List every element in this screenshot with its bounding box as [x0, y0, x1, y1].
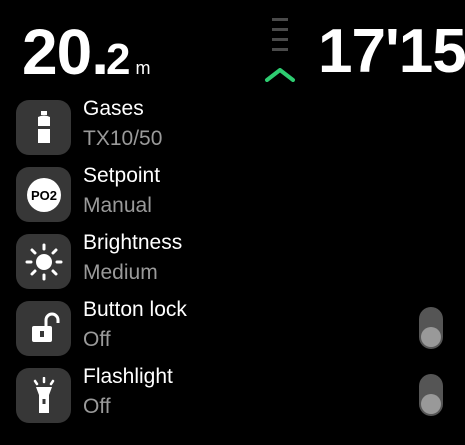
ascent-bar: [272, 28, 288, 31]
menu-item-title: Setpoint: [83, 164, 161, 187]
menu-item-title: Button lock: [83, 298, 187, 321]
flashlight-icon: [33, 376, 54, 413]
menu-item-value: TX10/50: [83, 127, 163, 150]
menu-item-value: Manual: [83, 194, 152, 217]
ascent-bar: [272, 48, 288, 51]
chevron-up-icon: [265, 68, 295, 82]
po2-icon: PO2: [26, 177, 61, 212]
menu-item-title: Gases: [83, 97, 144, 120]
menu-item-gases[interactable]: Gases TX10/50: [16, 96, 456, 158]
menu-item-value: Off: [83, 395, 111, 418]
button-lock-toggle[interactable]: [419, 307, 443, 349]
toggle-knob: [421, 394, 441, 414]
sun-icon: [25, 243, 62, 280]
toggle-knob: [421, 327, 441, 347]
unlock-icon-tile: [16, 301, 71, 356]
menu-item-button-lock[interactable]: Button lock Off: [16, 297, 456, 359]
ascent-bar: [272, 18, 288, 21]
po2-icon-tile: PO2: [16, 167, 71, 222]
flashlight-icon-tile: [16, 368, 71, 423]
depth-integer: 20.: [22, 16, 109, 88]
po2-icon-label: PO2: [30, 188, 56, 203]
depth-readout: 20.2 m: [22, 12, 150, 100]
flashlight-toggle[interactable]: [419, 374, 443, 416]
depth-unit: m: [135, 58, 151, 78]
menu-item-value: Off: [83, 328, 111, 351]
menu-item-title: Flashlight: [83, 365, 173, 388]
depth-decimal: 2: [105, 35, 131, 84]
menu-item-title: Brightness: [83, 231, 183, 254]
menu-item-value: Medium: [83, 261, 158, 284]
menu-item-brightness[interactable]: Brightness Medium: [16, 230, 456, 292]
unlock-icon: [31, 312, 59, 342]
menu-item-flashlight[interactable]: Flashlight Off: [16, 364, 456, 426]
tank-icon: [37, 110, 50, 143]
ascent-rate-indicator: [264, 16, 296, 82]
dive-time: 17'15: [318, 17, 465, 86]
sun-icon-tile: [16, 234, 71, 289]
ascent-bar: [272, 38, 288, 41]
tank-icon-tile: [16, 100, 71, 155]
menu-item-setpoint[interactable]: PO2 Setpoint Manual: [16, 163, 456, 225]
